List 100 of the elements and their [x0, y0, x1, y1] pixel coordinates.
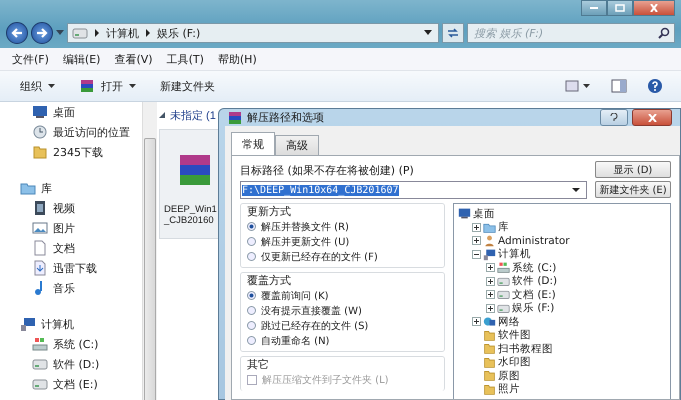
- nav-item[interactable]: 计算机: [20, 314, 142, 334]
- folder-icon: [483, 328, 496, 342]
- option-label: 跳过已经存在的文件 (S): [261, 320, 368, 332]
- toolbar-button[interactable]: 组织: [12, 74, 63, 98]
- tree-item[interactable]: Administrator: [498, 234, 570, 247]
- radio-button[interactable]: [247, 291, 256, 300]
- dialog-button[interactable]: 显示 (D): [595, 161, 671, 178]
- collapse-icon: [159, 112, 166, 119]
- address-bar[interactable]: 计算机 娱乐 (F:): [67, 23, 439, 43]
- search-field[interactable]: 搜索 娱乐 (F:): [467, 23, 675, 43]
- caret-icon: [572, 188, 580, 192]
- books-stack-icon: [227, 110, 243, 126]
- radio-button[interactable]: [247, 222, 256, 231]
- tab[interactable]: 常规: [231, 132, 275, 155]
- toolbar-button[interactable]: 新建文件夹: [152, 74, 223, 98]
- expand-icon[interactable]: [472, 222, 481, 232]
- group-header[interactable]: 未指定 (1: [159, 108, 216, 123]
- tree-item[interactable]: 扫书教程图: [498, 342, 553, 356]
- menu-item[interactable]: 查看(V): [114, 52, 153, 66]
- nav-item[interactable]: 音乐: [20, 278, 142, 298]
- scrollbar[interactable]: [142, 102, 157, 400]
- help-icon: [647, 78, 663, 94]
- caret-icon: [48, 84, 55, 88]
- drive-icon: [32, 336, 48, 352]
- expand-icon[interactable]: [486, 304, 495, 313]
- caret-icon[interactable]: [424, 30, 432, 36]
- computer-icon: [20, 316, 36, 332]
- nav-item[interactable]: 系统 (C:): [20, 334, 142, 354]
- breadcrumb[interactable]: 计算机: [106, 26, 139, 40]
- collapse-icon[interactable]: [472, 250, 481, 259]
- expand-icon[interactable]: [472, 236, 481, 246]
- option-label: 解压压缩文件到子文件夹 (L): [262, 374, 389, 386]
- dialog-title: 解压路径和选项: [247, 110, 324, 125]
- tree-item[interactable]: 软件 (D:): [512, 274, 558, 288]
- radio-button[interactable]: [247, 252, 256, 261]
- nav-item[interactable]: 文档 (E:): [20, 374, 142, 394]
- refresh-button[interactable]: [442, 23, 464, 43]
- tree-item[interactable]: 计算机: [498, 247, 531, 262]
- path-combobox[interactable]: F:\DEEP_Win10x64_CJB201607: [240, 181, 587, 199]
- books-stack-icon: [79, 78, 95, 94]
- network-icon: [483, 315, 496, 328]
- nav-item[interactable]: 库: [20, 178, 142, 198]
- expand-icon[interactable]: [472, 317, 481, 326]
- tree-item[interactable]: 娱乐 (F:): [512, 301, 554, 316]
- folder-icon: [32, 144, 48, 160]
- tree-item[interactable]: 照片: [498, 382, 520, 396]
- close-button[interactable]: [632, 109, 672, 126]
- forward-arrow-icon: [35, 26, 49, 40]
- menu-item[interactable]: 工具(T): [166, 52, 204, 66]
- maximize-button[interactable]: [607, 0, 633, 16]
- tree-item[interactable]: 文档 (E:): [512, 288, 556, 302]
- nav-item[interactable]: 最近访问的位置: [20, 122, 142, 142]
- scrollbar-thumb[interactable]: [144, 138, 156, 400]
- nav-item[interactable]: 文档: [20, 238, 142, 258]
- tree-item[interactable]: 软件图: [498, 328, 531, 342]
- tree-item[interactable]: 桌面: [473, 206, 495, 221]
- minimize-icon: [590, 7, 598, 9]
- close-button[interactable]: [633, 0, 675, 16]
- nav-item[interactable]: 图片: [20, 218, 142, 238]
- tree-item[interactable]: 水印图: [498, 355, 531, 370]
- help-button[interactable]: [600, 109, 628, 126]
- search-icon[interactable]: [658, 27, 670, 39]
- clock-icon: [32, 124, 48, 140]
- folder-icon: [483, 342, 496, 356]
- radio-button[interactable]: [247, 336, 256, 345]
- expand-icon[interactable]: [486, 276, 495, 286]
- nav-item[interactable]: 软件 (D:): [20, 354, 142, 374]
- radio-button[interactable]: [247, 306, 256, 315]
- menu-item[interactable]: 编辑(E): [62, 52, 100, 66]
- film-icon: [32, 200, 48, 216]
- expand-icon[interactable]: [486, 263, 495, 272]
- nav-item[interactable]: 迅雷下载: [20, 258, 142, 278]
- menu-item[interactable]: 帮助(H): [218, 52, 257, 66]
- minimize-button[interactable]: [581, 0, 607, 16]
- radio-button[interactable]: [247, 321, 256, 330]
- menu-item[interactable]: 文件(F): [12, 52, 49, 66]
- folder-icon: [483, 382, 496, 396]
- tree-item[interactable]: 库: [498, 220, 509, 234]
- toolbar-button[interactable]: 打开: [71, 74, 144, 98]
- chevron-icon: [145, 29, 151, 37]
- tab[interactable]: 高级: [275, 135, 319, 155]
- breadcrumb[interactable]: 娱乐 (F:): [157, 26, 200, 40]
- expand-icon[interactable]: [486, 290, 495, 300]
- nav-item[interactable]: 2345下载: [20, 142, 142, 162]
- forward-button[interactable]: [31, 22, 53, 44]
- tree-item[interactable]: 原图: [498, 368, 520, 383]
- tree-item[interactable]: 系统 (C:): [512, 260, 556, 275]
- radio-button[interactable]: [247, 237, 256, 246]
- tree-item[interactable]: 网络: [498, 314, 520, 329]
- user-icon: [483, 234, 496, 248]
- dialog-button[interactable]: 新建文件夹 (E): [595, 181, 671, 198]
- nav-item[interactable]: 视频: [20, 198, 142, 218]
- nav-item[interactable]: 桌面: [20, 102, 142, 122]
- help-icon: [610, 112, 618, 122]
- refresh-icon: [446, 27, 460, 39]
- folder-icon: [483, 369, 496, 382]
- back-button[interactable]: [6, 22, 28, 44]
- monitor-icon: [458, 207, 471, 220]
- chevron-icon: [94, 29, 100, 37]
- group-title: 其它: [247, 357, 270, 372]
